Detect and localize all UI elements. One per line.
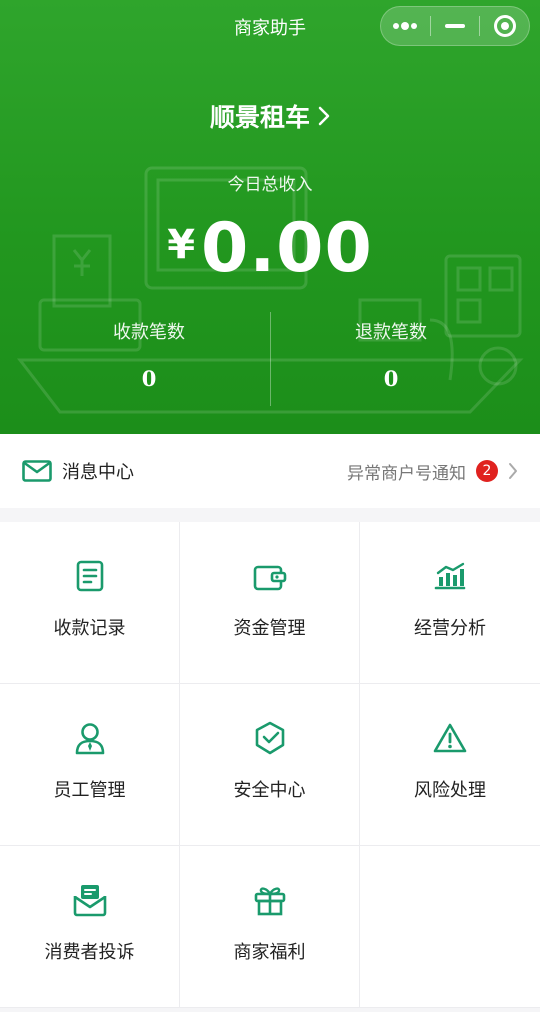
receipt-count-label: 收款笔数 [113, 322, 185, 343]
header-banner: 商家助手 顺景租车 今日总收入 ¥ 0.00 收款笔数 0 退款笔数 0 [0, 0, 540, 434]
notice-badge: 2 [476, 460, 498, 482]
message-center-bar[interactable]: 消息中心 异常商户号通知 2 [0, 434, 540, 508]
menu-item-merchant-benefits[interactable]: 商家福利 [180, 846, 360, 1008]
menu-item-label: 消费者投诉 [44, 942, 135, 963]
receipt-count-value: 0 [141, 366, 157, 391]
receipt-icon [76, 560, 103, 592]
menu-item-payment-records[interactable]: 收款记录 [0, 522, 180, 684]
gift-icon [254, 887, 285, 916]
warning-icon [433, 723, 467, 753]
staff-icon [75, 723, 104, 755]
amount-value: 0.00 [201, 209, 373, 288]
bar-chart-icon [434, 562, 466, 590]
today-income-label: 今日总收入 [227, 175, 313, 195]
abnormal-merchant-notice[interactable]: 异常商户号通知 2 [347, 459, 518, 484]
menu-item-security-center[interactable]: 安全中心 [180, 684, 360, 846]
menu-item-label: 商家福利 [233, 942, 306, 963]
notice-text: 异常商户号通知 [347, 463, 466, 484]
function-grid: 收款记录 资金管理 经营分析 员工管理 安全中心 风险处理 消费者投诉 商家福利 [0, 522, 540, 1008]
chevron-right-icon [318, 106, 330, 126]
minimize-button[interactable] [431, 6, 480, 46]
menu-item-label: 风险处理 [414, 780, 486, 801]
close-button[interactable] [480, 6, 529, 46]
mail-icon [22, 460, 52, 482]
minimize-icon [445, 24, 465, 28]
menu-item-fund-management[interactable]: 资金管理 [180, 522, 360, 684]
more-icon [393, 22, 418, 30]
today-income-amount: ¥ 0.00 [0, 208, 540, 290]
refund-count-stat: 退款笔数 0 [256, 318, 526, 391]
complaint-envelope-icon [73, 885, 106, 917]
menu-item-label: 经营分析 [414, 618, 486, 639]
refund-count-value: 0 [383, 366, 399, 391]
message-center-label: 消息中心 [62, 462, 134, 483]
menu-item-consumer-complaints[interactable]: 消费者投诉 [0, 846, 180, 1008]
empty-grid-cell [360, 846, 540, 1008]
merchant-switcher[interactable]: 顺景租车 [0, 98, 540, 134]
merchant-name: 顺景租车 [209, 103, 310, 132]
close-target-icon [493, 15, 516, 37]
menu-item-label: 收款记录 [53, 618, 126, 639]
menu-item-label: 安全中心 [233, 780, 306, 801]
menu-item-label: 资金管理 [233, 618, 306, 639]
menu-item-risk-handling[interactable]: 风险处理 [360, 684, 540, 846]
more-button[interactable] [381, 6, 430, 46]
shield-icon [255, 721, 284, 755]
mini-program-capsule [380, 6, 530, 46]
receipt-count-stat: 收款笔数 0 [14, 318, 284, 391]
refund-count-label: 退款笔数 [355, 322, 427, 343]
message-center: 消息中心 [22, 458, 134, 484]
menu-item-business-analysis[interactable]: 经营分析 [360, 522, 540, 684]
menu-item-staff-management[interactable]: 员工管理 [0, 684, 180, 846]
currency-symbol: ¥ [167, 222, 196, 268]
menu-item-label: 员工管理 [53, 780, 126, 801]
wallet-icon [253, 565, 286, 591]
chevron-right-icon [509, 463, 517, 479]
